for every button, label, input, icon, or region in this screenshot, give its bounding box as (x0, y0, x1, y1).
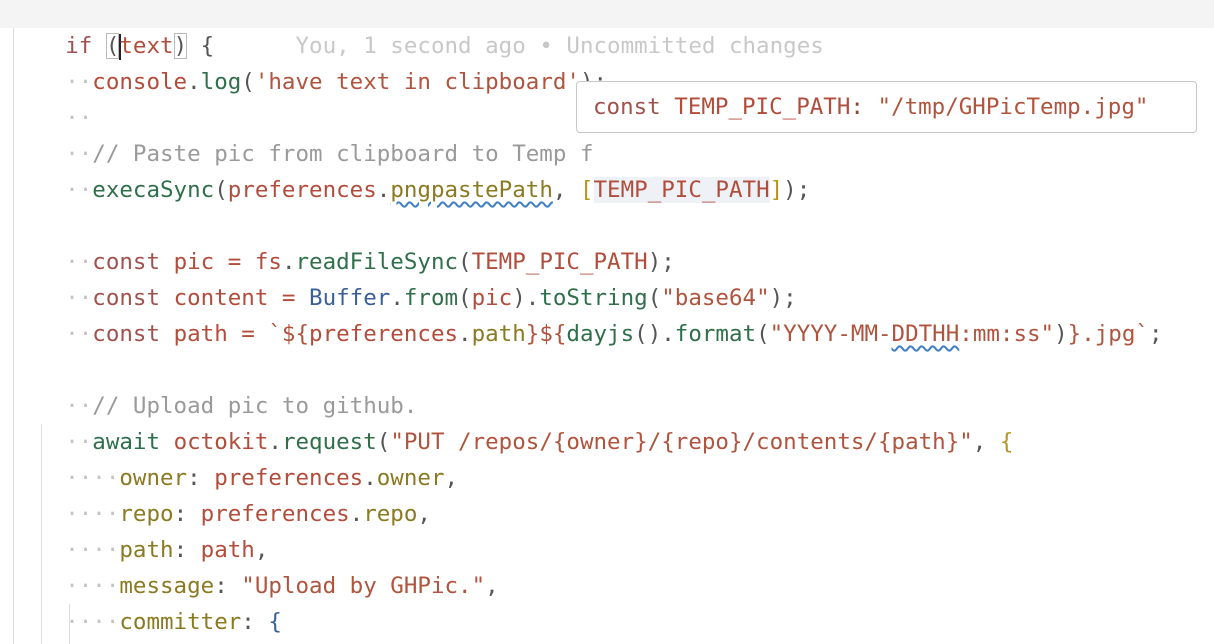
spellcheck-warning[interactable]: DDTHH (892, 321, 960, 347)
property-pngpastePath[interactable]: pngpastePath (390, 177, 553, 203)
code-line-const-pic[interactable]: ··const pic = fs.readFileSync(TEMP_PIC_P… (11, 208, 675, 275)
hover-keyword: const (593, 94, 661, 120)
hover-symbol-name: TEMP_PIC_PATH (674, 94, 851, 120)
code-line-const-path[interactable]: ··const path = `${preferences.path}${day… (11, 280, 1162, 347)
code-line-repo[interactable]: ····repo: preferences.repo, (11, 460, 431, 527)
function-log: log (200, 69, 242, 95)
hover-tooltip: const TEMP_PIC_PATH: "/tmp/GHPicTemp.jpg… (576, 81, 1197, 133)
code-line-name[interactable]: ······name: preferences.committer, (11, 604, 526, 640)
code-line-message[interactable]: ····message: "Upload by GHPic.", (11, 532, 499, 599)
string-literal: 'have text in clipboard' (254, 69, 580, 95)
function-execaSync: execaSync (92, 177, 215, 203)
code-line-blank[interactable]: ·· (11, 64, 92, 131)
code-line-committer[interactable]: ····committer: { (11, 568, 282, 635)
code-line-const-content[interactable]: ··const content = Buffer.from(pic).toStr… (11, 244, 797, 311)
code-line-await-request[interactable]: ··await octokit.request("PUT /repos/{own… (11, 388, 1013, 455)
code-line-path[interactable]: ····path: path, (11, 496, 268, 563)
identifier-preferences: preferences (227, 177, 377, 203)
code-editor[interactable]: if (text) { You, 1 second ago • Uncommit… (0, 0, 1214, 644)
code-line-owner[interactable]: ····owner: preferences.owner, (11, 424, 458, 491)
code-line-console-log[interactable]: ··console.log('have text in clipboard'); (11, 28, 607, 95)
identifier-console: console (92, 69, 188, 95)
identifier-temp-pic-path[interactable]: TEMP_PIC_PATH (593, 177, 770, 203)
hover-symbol-value: "/tmp/GHPicTemp.jpg" (877, 94, 1149, 120)
code-line-comment-upload[interactable]: ··// Upload pic to github. (11, 352, 417, 419)
code-line-execa[interactable]: ··execaSync(preferences.pngpastePath, [T… (11, 136, 810, 203)
code-line-if[interactable]: if (text) { You, 1 second ago • Uncommit… (0, 0, 1214, 60)
code-line-comment-paste[interactable]: ··// Paste pic from clipboard to Temp f (11, 100, 593, 167)
